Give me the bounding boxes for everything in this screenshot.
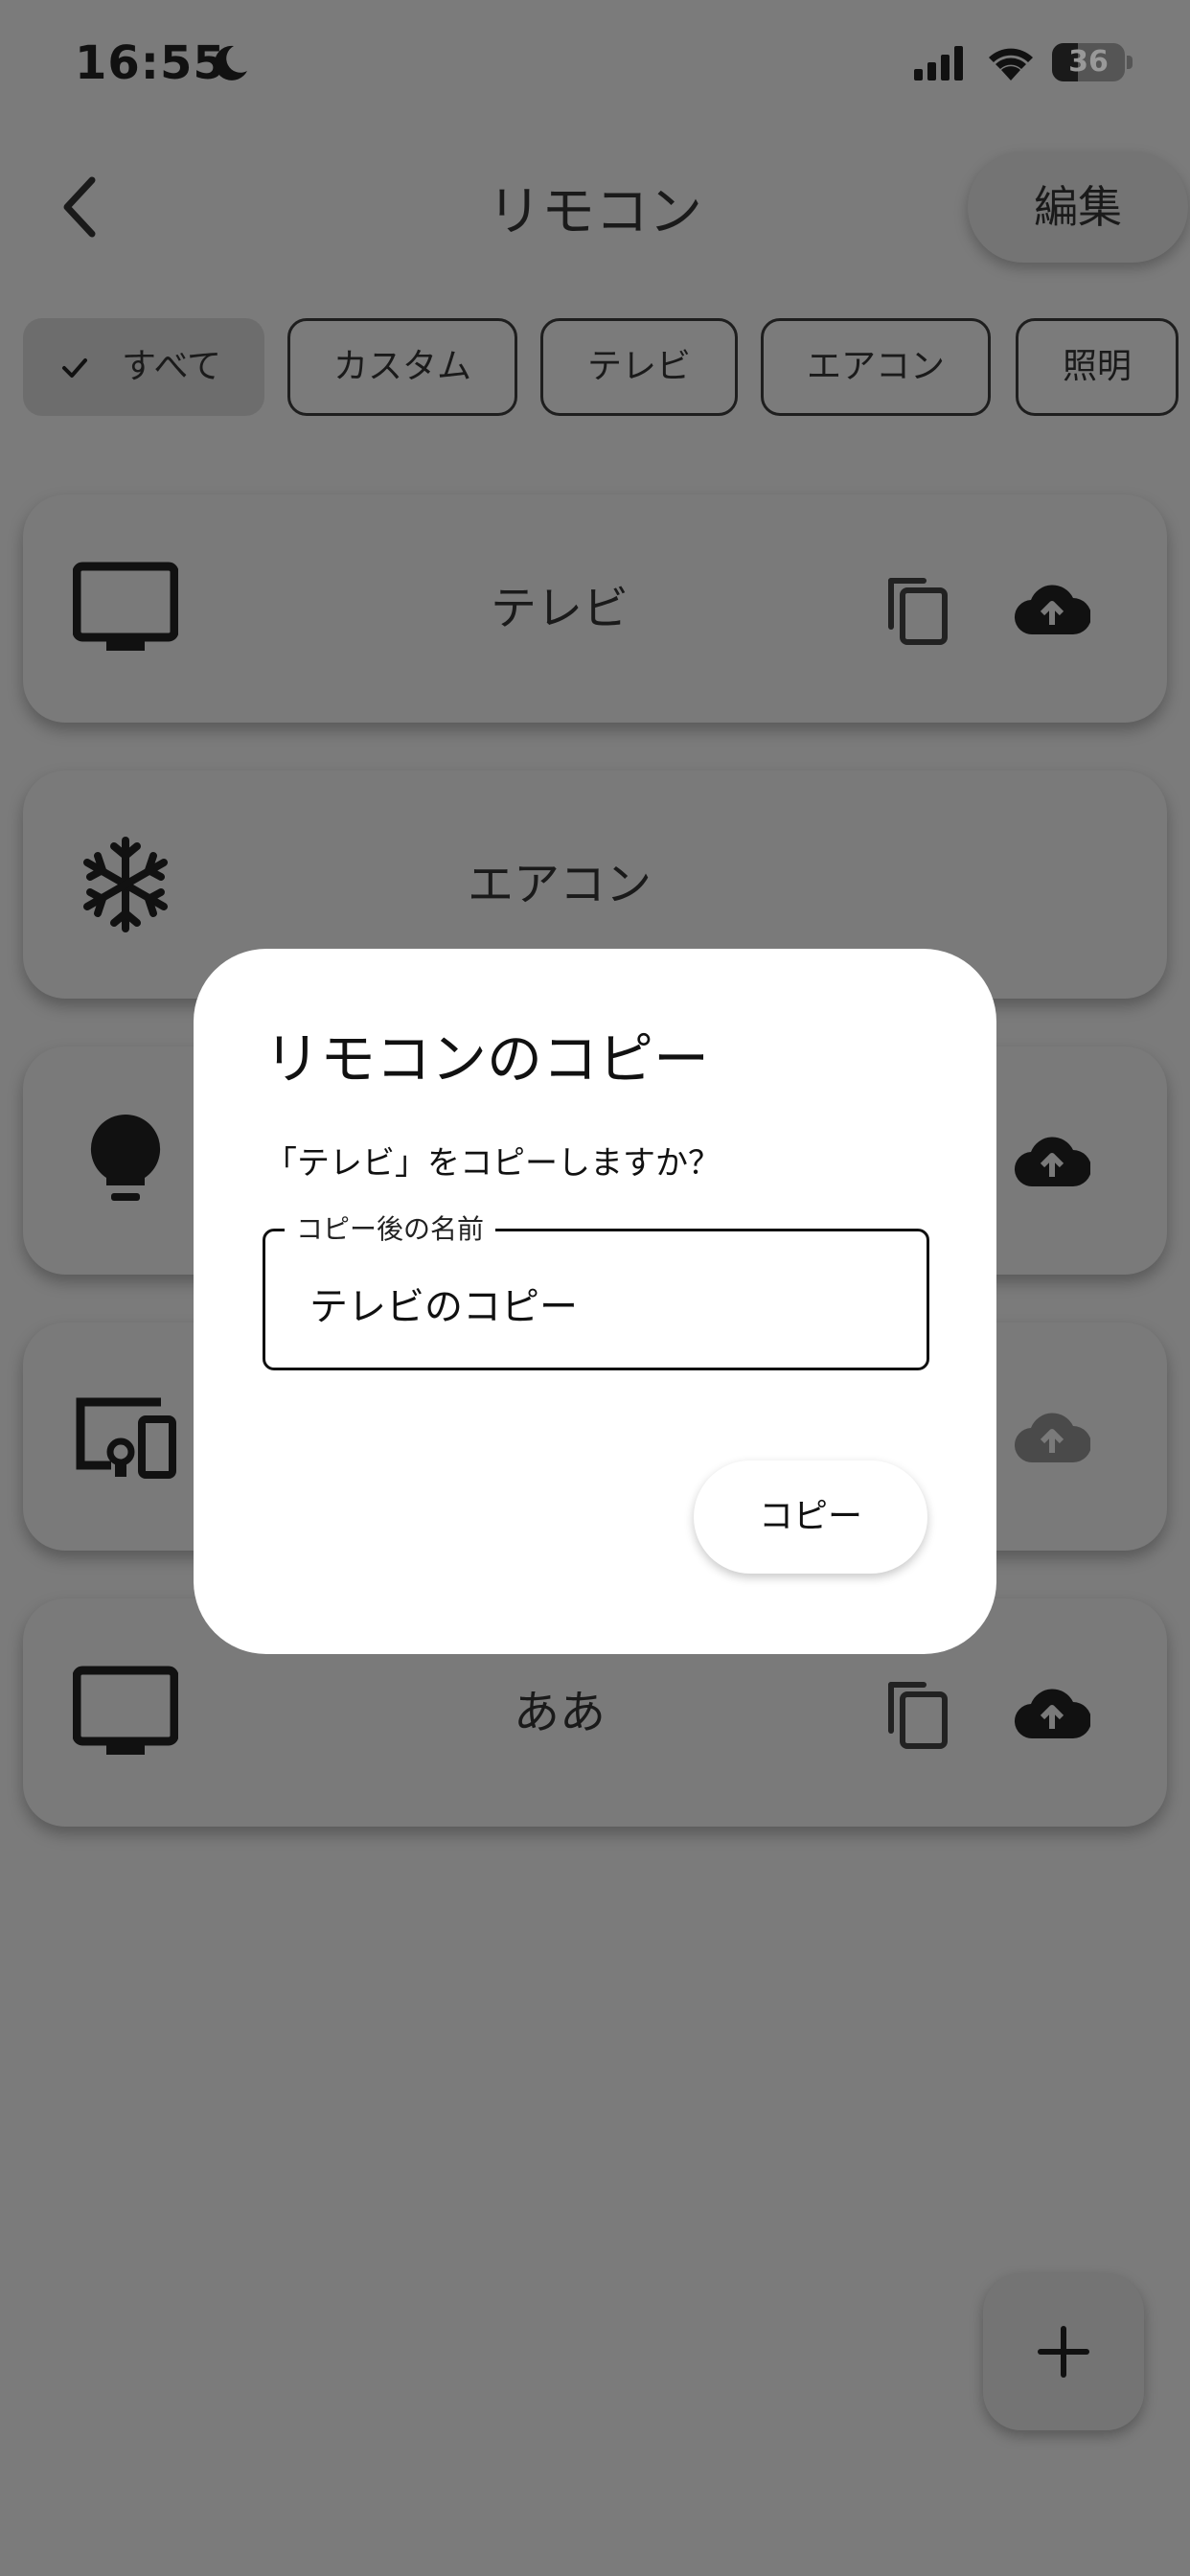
moon-icon — [214, 45, 247, 80]
cloud-upload-icon[interactable] — [1014, 1129, 1090, 1192]
copy-confirm-button[interactable]: コピー — [694, 1460, 927, 1574]
filter-chip-all[interactable]: すべて — [23, 318, 264, 416]
filter-chip-aircon[interactable]: エアコン — [761, 318, 991, 416]
remote-name: テレビ — [490, 582, 629, 635]
copy-name-field[interactable]: コピー後の名前 テレビのコピー — [263, 1212, 929, 1370]
cloud-upload-icon[interactable] — [1014, 1405, 1090, 1468]
copy-remote-dialog: リモコンのコピー 「テレビ」をコピーしますか？ コピー後の名前 テレビのコピー … — [194, 949, 996, 1654]
edit-button[interactable]: 編集 — [968, 151, 1188, 263]
battery-percent: 36 — [1068, 45, 1109, 79]
battery-indicator: 36 — [1052, 43, 1125, 81]
filter-chip-custom[interactable]: カスタム — [287, 318, 517, 416]
copy-name-field-label: コピー後の名前 — [285, 1212, 496, 1247]
snowflake-icon — [83, 837, 168, 932]
filter-chip-light[interactable]: 照明 — [1016, 318, 1179, 416]
remote-card[interactable]: テレビ — [23, 494, 1167, 723]
copy-icon[interactable] — [881, 573, 954, 646]
filter-chip-tv[interactable]: テレビ — [540, 318, 738, 416]
check-icon — [62, 358, 87, 378]
copy-icon[interactable] — [881, 1677, 954, 1750]
status-bar: 16:55 36 — [0, 0, 1190, 134]
status-time: 16:55 — [75, 36, 226, 90]
wifi-icon — [989, 48, 1033, 80]
cloud-upload-icon[interactable] — [1014, 577, 1090, 640]
copy-name-input[interactable]: テレビのコピー — [309, 1276, 578, 1331]
signal-icon — [914, 46, 963, 80]
tv-icon — [73, 562, 178, 651]
devices-icon — [76, 1397, 176, 1479]
battery-cap — [1127, 56, 1133, 69]
dialog-title: リモコンのコピー — [264, 1026, 710, 1092]
plus-icon — [1038, 2326, 1089, 2378]
lightbulb-icon — [90, 1114, 161, 1201]
filter-chip-all-label: すべて — [122, 347, 222, 386]
tv-icon — [73, 1666, 178, 1755]
dialog-message: 「テレビ」をコピーしますか？ — [264, 1144, 721, 1183]
cloud-upload-icon[interactable] — [1014, 1681, 1090, 1744]
add-remote-button[interactable] — [983, 2273, 1144, 2430]
